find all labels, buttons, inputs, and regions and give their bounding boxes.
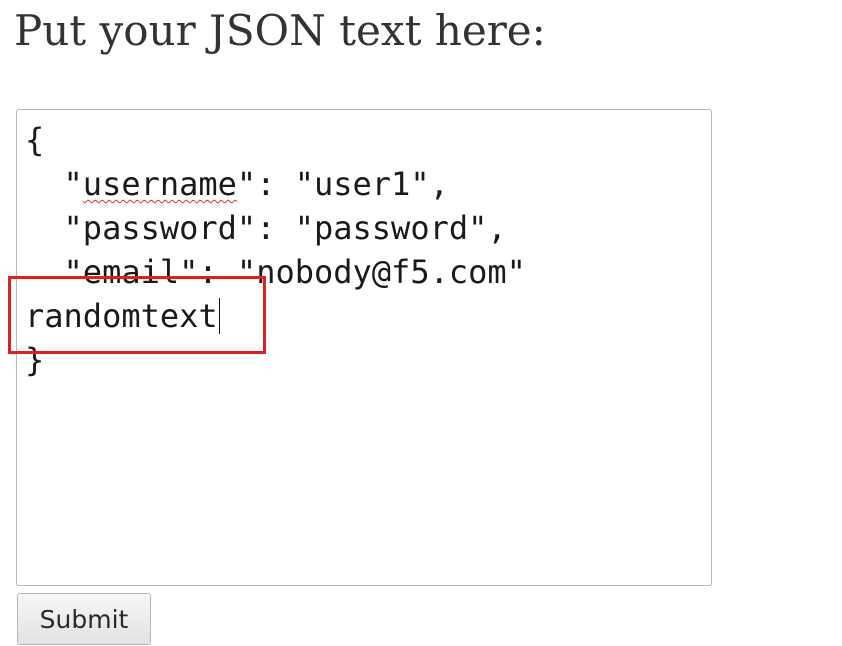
json-line-username-suffix: ": "user1", [236, 165, 449, 203]
submit-button[interactable]: Submit [17, 593, 151, 645]
page-heading: Put your JSON text here: [14, 6, 546, 55]
json-line-open-brace: { [25, 121, 45, 159]
json-line-close-brace: } [25, 341, 45, 379]
json-line-email: "email": "nobody@f5.com" [25, 253, 526, 291]
json-textarea[interactable]: { "username": "user1", "password": "pass… [16, 109, 712, 586]
json-line-username-prefix: " [25, 165, 83, 203]
json-line-username: "username": "user1", [25, 162, 449, 206]
json-line-password: "password": "password", [25, 209, 507, 247]
text-cursor [218, 298, 220, 334]
spellcheck-flagged-word: username [82, 165, 237, 203]
json-line-randomtext: randomtext [25, 294, 220, 338]
inserted-random-text: randomtext [25, 297, 218, 335]
